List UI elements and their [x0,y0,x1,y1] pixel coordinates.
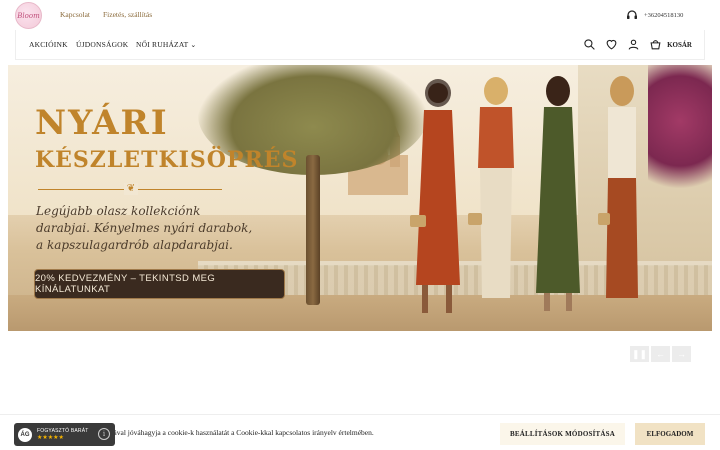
cookie-settings-button[interactable]: BEÁLLÍTÁSOK MÓDOSÍTÁSA [500,423,625,445]
model-figure-3 [536,76,580,311]
cookie-text: atával jóváhagyja a cookie-k használatát… [108,428,374,437]
cart-label[interactable]: KOSÁR [667,41,692,49]
prev-arrow-icon[interactable]: ← [651,346,670,362]
model-figure-2 [468,77,514,298]
brand-logo[interactable]: Bloom [15,2,42,29]
phone-contact[interactable]: +36204518130 [626,9,683,21]
search-icon[interactable] [583,38,596,51]
headset-icon [627,10,637,19]
phone-number: +36204518130 [644,11,684,19]
nav-item-new[interactable]: ÚJDONSÁGOK [76,40,128,49]
hero-subtitle: KÉSZLETKISÖPRÉS [35,147,299,173]
hero-description: Legújabb olasz kollekciónk darabjai. Kén… [36,204,253,252]
hero-tree-trunk [306,155,320,305]
model-figure-4 [598,76,638,298]
next-arrow-icon[interactable]: → [672,346,691,362]
contact-link[interactable]: Kapcsolat [60,10,90,19]
hero-title: NYÁRI [35,103,169,143]
nav-womens-label: NŐI RUHÁZAT [136,40,189,49]
chevron-down-icon: ⌄ [190,41,197,49]
main-navigation: AKCIÓINK ÚJDONSÁGOK NŐI RUHÁZAT ⌄ KOSÁR [15,30,705,60]
nav-icon-group: KOSÁR [583,38,692,51]
star-rating-icon: ★★★★★ [37,434,64,441]
leaf-ornament-icon: ❦ [124,183,138,195]
trust-badge[interactable]: ÁG FOGYASZTÓ BARÁT ★★★★★ i [14,423,115,446]
shipping-link[interactable]: Fizetés, szállítás [103,10,152,19]
nav-item-womens-clothing[interactable]: NŐI RUHÁZAT ⌄ [136,40,196,49]
model-figure-1 [410,79,460,313]
pause-icon[interactable]: ❚❚ [630,346,649,362]
cookie-accept-button[interactable]: ELFOGADOM [635,423,705,445]
top-bar: Bloom Kapcsolat Fizetés, szállítás +3620… [0,0,720,30]
cart-icon[interactable] [649,38,662,51]
hero-cta-button[interactable]: 20% KEDVEZMÉNY – TEKINTSD MEG KÍNÁLATUNK… [34,269,285,299]
slider-controls: ❚❚ ← → [630,346,691,362]
logo-text: Bloom [17,11,40,20]
info-icon[interactable]: i [98,428,110,440]
user-icon[interactable] [627,38,640,51]
heart-icon[interactable] [605,38,618,51]
hero-flowers [648,65,712,205]
trust-badge-logo: ÁG [18,427,32,442]
nav-item-sales[interactable]: AKCIÓINK [29,40,68,49]
trust-badge-text: FOGYASZTÓ BARÁT ★★★★★ [37,428,89,442]
hero-banner[interactable]: NYÁRI KÉSZLETKISÖPRÉS ❦ Legújabb olasz k… [8,65,712,331]
